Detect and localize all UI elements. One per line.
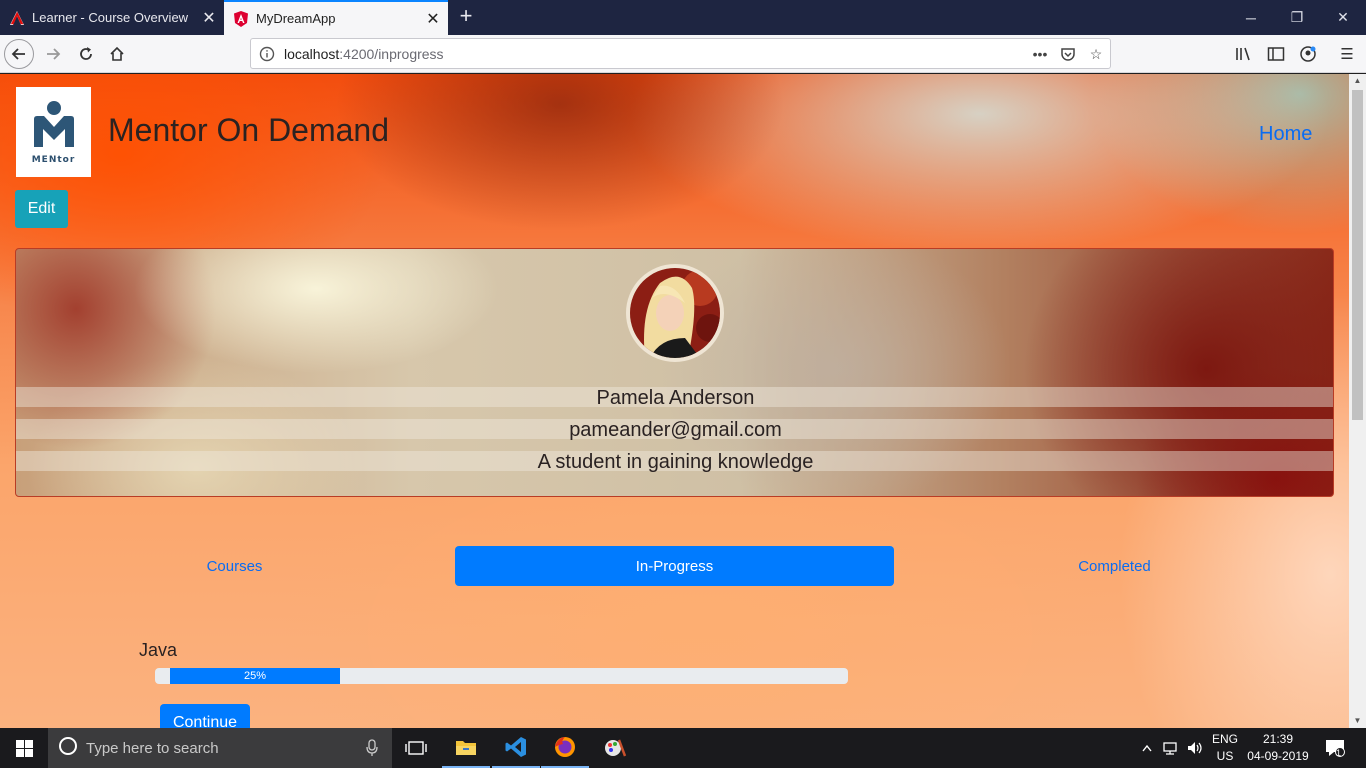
minimize-icon[interactable]: ─ xyxy=(1228,0,1274,35)
clock-time[interactable]: 21:39 xyxy=(1244,732,1312,746)
search-placeholder: Type here to search xyxy=(86,739,219,757)
course-progress-bar: 25% xyxy=(155,668,848,684)
browser-tab-title: MyDreamApp xyxy=(256,11,336,26)
close-tab-icon[interactable]: ✕ xyxy=(418,4,448,34)
input-language[interactable]: ENG xyxy=(1210,732,1240,746)
paint-icon[interactable] xyxy=(591,728,639,768)
profile-bio: A student in gaining knowledge xyxy=(537,451,814,473)
reload-icon[interactable] xyxy=(71,39,101,69)
page-viewport: MENtor Mentor On Demand Home Edit Pamela… xyxy=(0,74,1349,728)
cortana-icon xyxy=(58,736,78,761)
profile-email: pameander@gmail.com xyxy=(569,419,782,441)
bookmark-star-icon[interactable]: ☆ xyxy=(1085,44,1107,64)
page-actions-icon[interactable]: ••• xyxy=(1029,44,1051,64)
microphone-icon[interactable] xyxy=(366,739,378,762)
brand-title: Mentor On Demand xyxy=(108,112,390,148)
site-logo[interactable]: MENtor xyxy=(16,87,91,177)
url-text: localhost:4200/inprogress xyxy=(284,46,444,62)
tab-completed[interactable]: Completed xyxy=(895,546,1334,586)
url-path: :4200/inprogress xyxy=(339,46,444,62)
avatar xyxy=(626,264,724,362)
scroll-down-icon[interactable]: ▼ xyxy=(1349,714,1366,728)
task-view-icon[interactable] xyxy=(392,728,440,768)
back-arrow-icon[interactable] xyxy=(4,39,34,69)
tray-expand-icon[interactable] xyxy=(1138,728,1156,768)
scrollbar-thumb[interactable] xyxy=(1352,90,1363,420)
profile-card: Pamela Anderson pameander@gmail.com A st… xyxy=(15,248,1334,497)
pocket-icon[interactable] xyxy=(1057,44,1079,64)
continue-button[interactable]: Continue xyxy=(160,704,250,728)
nav-home-link[interactable]: Home xyxy=(1259,123,1312,146)
notifications-icon[interactable]: 1 xyxy=(1320,728,1350,768)
input-region[interactable]: US xyxy=(1210,749,1240,763)
notification-count: 1 xyxy=(1336,748,1342,758)
tab-in-progress[interactable]: In-Progress xyxy=(455,546,894,586)
close-window-icon[interactable]: ✕ xyxy=(1320,0,1366,35)
network-icon[interactable] xyxy=(1160,728,1182,768)
course-name: Java xyxy=(139,640,178,660)
mentor-logo-icon xyxy=(33,101,74,147)
logo-text: MENtor xyxy=(31,155,76,165)
browser-tab-learner[interactable]: Learner - Course Overview ✕ xyxy=(0,0,224,35)
taskbar-search[interactable]: Type here to search xyxy=(48,728,392,768)
windows-taskbar: Type here to search ENG US 21:39 04-09-2… xyxy=(0,728,1366,768)
library-icon[interactable] xyxy=(1233,44,1255,64)
new-tab-icon[interactable]: + xyxy=(452,4,480,30)
forward-arrow-icon[interactable] xyxy=(38,39,68,69)
clock-date[interactable]: 04-09-2019 xyxy=(1244,749,1312,763)
tab-courses[interactable]: Courses xyxy=(15,546,454,586)
edit-button[interactable]: Edit xyxy=(15,190,68,228)
close-tab-icon[interactable]: ✕ xyxy=(194,3,224,33)
info-icon[interactable] xyxy=(259,46,275,62)
progress-fill: 25% xyxy=(170,668,340,684)
firefox-icon[interactable] xyxy=(541,728,589,768)
home-icon[interactable] xyxy=(102,39,132,69)
scroll-up-icon[interactable]: ▲ xyxy=(1349,74,1366,88)
browser-tab-title: Learner - Course Overview xyxy=(32,10,189,25)
address-bar[interactable]: localhost:4200/inprogress ••• ☆ xyxy=(250,38,1111,69)
file-explorer-icon[interactable] xyxy=(442,728,490,768)
vscode-icon[interactable] xyxy=(492,728,540,768)
browser-tab-bar: Learner - Course Overview ✕ MyDreamApp ✕… xyxy=(0,0,1366,35)
sidebar-icon[interactable] xyxy=(1265,44,1287,64)
page-scrollbar[interactable]: ▲ ▼ xyxy=(1349,74,1366,728)
angular-red-icon xyxy=(9,10,25,26)
browser-tab-mydreamapp[interactable]: MyDreamApp ✕ xyxy=(224,0,448,35)
url-host: localhost xyxy=(284,46,340,62)
menu-icon[interactable]: ☰ xyxy=(1336,44,1358,64)
profile-name: Pamela Anderson xyxy=(596,387,755,409)
account-icon[interactable] xyxy=(1297,44,1319,64)
windows-start-icon[interactable] xyxy=(0,728,48,768)
angular-icon xyxy=(233,10,249,27)
volume-icon[interactable] xyxy=(1184,728,1206,768)
browser-nav-bar: localhost:4200/inprogress ••• ☆ ☰ xyxy=(0,35,1366,73)
restore-icon[interactable]: ❐ xyxy=(1274,0,1320,35)
